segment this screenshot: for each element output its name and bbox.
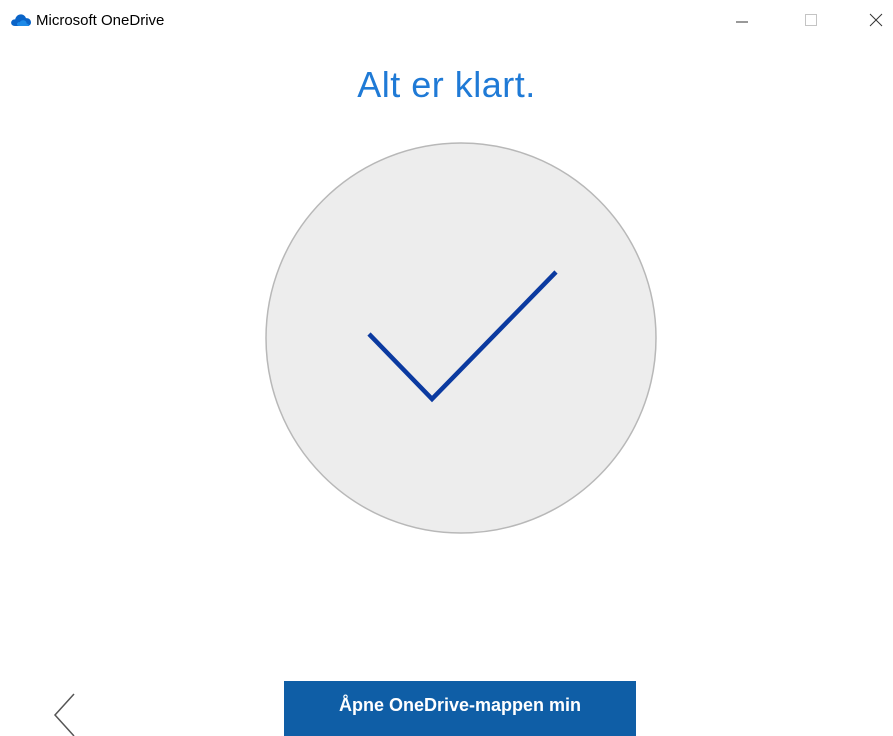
chevron-left-icon [46, 693, 86, 736]
maximize-button[interactable] [799, 10, 823, 34]
minimize-button[interactable] [730, 10, 754, 34]
open-onedrive-folder-button[interactable]: Åpne OneDrive-mappen min [284, 681, 636, 736]
success-illustration [264, 141, 658, 535]
back-button[interactable] [46, 690, 86, 736]
close-button[interactable] [864, 10, 888, 34]
title-bar: Microsoft OneDrive [0, 0, 893, 44]
onedrive-window: Microsoft OneDrive Alt er klart. Åpne On… [0, 0, 893, 736]
onedrive-cloud-icon [10, 12, 32, 28]
checkmark-circle-icon [265, 142, 657, 534]
page-title: Alt er klart. [357, 64, 536, 105]
maximize-icon [803, 12, 819, 33]
minimize-icon [734, 12, 750, 33]
close-icon [868, 12, 884, 33]
window-title: Microsoft OneDrive [36, 12, 165, 29]
